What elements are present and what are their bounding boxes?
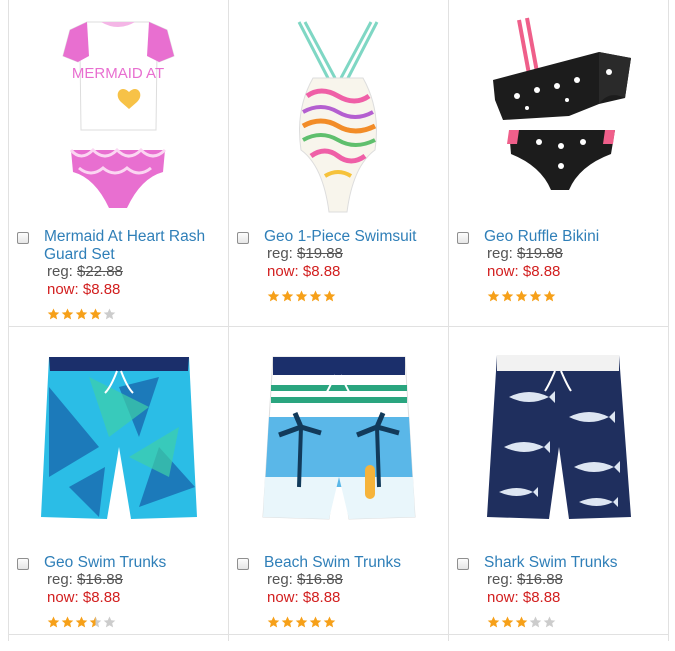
compare-checkbox[interactable] [17,558,29,570]
geo-trunks-image[interactable] [9,327,228,547]
compare-checkbox[interactable] [237,558,249,570]
star-icon [281,290,294,302]
regular-price: reg: $16.88 [487,571,563,589]
star-icon [515,616,528,628]
rating-stars [267,616,336,628]
star-icon [487,290,500,302]
product-card: Geo Ruffle Bikini reg: $19.88 now: $8.88 [449,0,668,324]
product-name-link[interactable]: Geo 1-Piece Swimsuit [264,228,442,246]
star-icon [295,616,308,628]
star-icon [89,308,102,320]
regular-price: reg: $22.88 [47,263,123,281]
product-name-link[interactable]: Geo Ruffle Bikini [484,228,662,246]
sale-price: now: $8.88 [487,263,561,280]
star-icon [515,290,528,302]
reg-label: reg: [487,245,518,262]
rating-stars [487,616,556,628]
reg-label: reg: [267,571,298,588]
reg-label: reg: [47,263,78,280]
sale-price: now: $8.88 [47,281,121,298]
star-icon [75,308,88,320]
star-icon [103,616,116,628]
product-card: Shark Swim Trunks reg: $16.88 now: $8.88 [449,327,668,651]
grid-divider [668,0,669,641]
star-icon [47,308,60,320]
sale-price: now: $8.88 [487,589,561,606]
star-icon [267,290,280,302]
star-icon [487,616,500,628]
star-icon [281,616,294,628]
product-name-link[interactable]: Mermaid At Heart Rash Guard Set [44,228,222,264]
star-icon [323,616,336,628]
star-icon [529,616,542,628]
product-card: Beach Swim Trunks reg: $16.88 now: $8.88 [229,327,448,651]
product-card: MERMAID AT Mermaid At Heart Rash Guard S… [9,0,228,324]
sale-price: now: $8.88 [47,589,121,606]
reg-label: reg: [47,571,78,588]
product-card: Geo 1-Piece Swimsuit reg: $19.88 now: $8… [229,0,448,324]
star-icon [47,616,60,628]
rating-stars [47,308,116,320]
beach-trunks-image[interactable] [229,327,448,547]
star-icon [501,290,514,302]
rating-stars [47,616,116,628]
star-icon [75,616,88,628]
regular-price: reg: $16.88 [267,571,343,589]
bikini-image[interactable] [449,0,668,220]
compare-checkbox[interactable] [17,232,29,244]
star-icon [61,616,74,628]
star-icon [103,308,116,320]
reg-label: reg: [267,245,298,262]
star-icon [61,308,74,320]
shark-trunks-image[interactable] [449,327,668,547]
old-price: $19.88 [297,245,343,262]
regular-price: reg: $19.88 [267,245,343,263]
star-icon [543,616,556,628]
product-name-link[interactable]: Beach Swim Trunks [264,554,442,572]
sale-price: now: $8.88 [267,589,341,606]
product-name-link[interactable]: Geo Swim Trunks [44,554,222,572]
compare-checkbox[interactable] [457,558,469,570]
star-icon [501,616,514,628]
rating-stars [487,290,556,302]
sale-price: now: $8.88 [267,263,341,280]
old-price: $19.88 [517,245,563,262]
star-icon [529,290,542,302]
compare-checkbox[interactable] [237,232,249,244]
reg-label: reg: [487,571,518,588]
rash-guard-set-image[interactable]: MERMAID AT [9,0,228,220]
product-card: Geo Swim Trunks reg: $16.88 now: $8.88 [9,327,228,651]
star-icon [323,290,336,302]
old-price: $16.88 [517,571,563,588]
regular-price: reg: $19.88 [487,245,563,263]
regular-price: reg: $16.88 [47,571,123,589]
svg-text:MERMAID AT: MERMAID AT [72,65,164,82]
swimsuit-image[interactable] [229,0,448,220]
star-icon [295,290,308,302]
star-icon [267,616,280,628]
star-icon [309,290,322,302]
rating-stars [267,290,336,302]
old-price: $16.88 [297,571,343,588]
old-price: $22.88 [77,263,123,280]
product-name-link[interactable]: Shark Swim Trunks [484,554,662,572]
compare-checkbox[interactable] [457,232,469,244]
star-icon [309,616,322,628]
old-price: $16.88 [77,571,123,588]
star-icon [89,616,102,628]
star-icon [543,290,556,302]
